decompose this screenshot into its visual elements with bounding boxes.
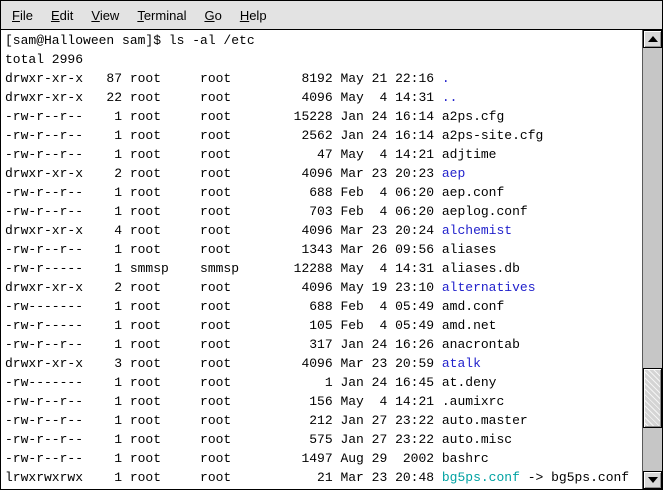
menu-item-file[interactable]: File: [3, 3, 42, 28]
file-entry-details: -rw-r--r-- 1 root root 156 May 4 14:21: [5, 394, 442, 409]
file-name-file: bashrc: [442, 451, 489, 466]
menu-item-edit[interactable]: Edit: [42, 3, 82, 28]
file-entry-details: -rw-r--r-- 1 root root 1497 Aug 29 2002: [5, 451, 442, 466]
file-name-file: .aumixrc: [442, 394, 504, 409]
menu-item-terminal[interactable]: Terminal: [128, 3, 195, 28]
file-name-directory: alternatives: [442, 280, 536, 295]
file-name-file: a2ps-site.cfg: [442, 128, 543, 143]
file-name-file: amd.conf: [442, 299, 504, 314]
file-entry-details: -rw-r--r-- 1 root root 703 Feb 4 06:20: [5, 204, 442, 219]
terminal-file-entry: -rw-r--r-- 1 root root 688 Feb 4 06:20 a…: [5, 183, 642, 202]
terminal-window: FileEditViewTerminalGoHelp [sam@Hallowee…: [0, 0, 663, 490]
file-entry-details: drwxr-xr-x 87 root root 8192 May 21 22:1…: [5, 71, 442, 86]
terminal-file-entry: -rw-r--r-- 1 root root 317 Jan 24 16:26 …: [5, 335, 642, 354]
menubar: FileEditViewTerminalGoHelp: [1, 1, 662, 30]
scrollbar[interactable]: [642, 30, 662, 489]
file-entry-details: -rw-r--r-- 1 root root 1343 Mar 26 09:56: [5, 242, 442, 257]
terminal-file-entry: -rw-r--r-- 1 root root 2562 Jan 24 16:14…: [5, 126, 642, 145]
file-name-file: aep.conf: [442, 185, 504, 200]
terminal-file-entry: drwxr-xr-x 3 root root 4096 Mar 23 20:59…: [5, 354, 642, 373]
terminal-file-entry: -rw-r--r-- 1 root root 156 May 4 14:21 .…: [5, 392, 642, 411]
file-name-directory: .: [442, 71, 450, 86]
file-name-directory: atalk: [442, 356, 481, 371]
terminal-file-entry: -rw-r--r-- 1 root root 703 Feb 4 06:20 a…: [5, 202, 642, 221]
scroll-down-icon: [648, 477, 658, 483]
file-entry-details: drwxr-xr-x 22 root root 4096 May 4 14:31: [5, 90, 442, 105]
file-name-directory: ..: [442, 90, 458, 105]
file-entry-details: -rw-r--r-- 1 root root 212 Jan 27 23:22: [5, 413, 442, 428]
menu-item-go[interactable]: Go: [195, 3, 230, 28]
terminal-file-entry: -rw------- 1 root root 688 Feb 4 05:49 a…: [5, 297, 642, 316]
file-entry-details: -rw-r--r-- 1 root root 317 Jan 24 16:26: [5, 337, 442, 352]
file-entry-details: -rw-r--r-- 1 root root 47 May 4 14:21: [5, 147, 442, 162]
terminal-file-entry: -rw------- 1 root root 1 Jan 24 16:45 at…: [5, 373, 642, 392]
file-entry-details: -rw------- 1 root root 1 Jan 24 16:45: [5, 375, 442, 390]
file-entry-details: -rw-r----- 1 root root 105 Feb 4 05:49: [5, 318, 442, 333]
terminal-screen[interactable]: [sam@Halloween sam]$ ls -al /etctotal 29…: [1, 30, 642, 489]
file-name-file: aeplog.conf: [442, 204, 528, 219]
menu-item-view[interactable]: View: [82, 3, 128, 28]
scroll-up-button[interactable]: [643, 30, 662, 48]
file-entry-details: lrwxrwxrwx 1 root root 21 Mar 23 20:48: [5, 470, 442, 485]
file-entry-details: drwxr-xr-x 3 root root 4096 Mar 23 20:59: [5, 356, 442, 371]
terminal-prompt-line: [sam@Halloween sam]$ ls -al /etc: [5, 31, 642, 50]
file-name-file: at.deny: [442, 375, 497, 390]
terminal-file-entry: drwxr-xr-x 22 root root 4096 May 4 14:31…: [5, 88, 642, 107]
file-entry-details: drwxr-xr-x 2 root root 4096 May 19 23:10: [5, 280, 442, 295]
file-entry-details: drwxr-xr-x 4 root root 4096 Mar 23 20:24: [5, 223, 442, 238]
scroll-up-icon: [648, 36, 658, 42]
terminal-output-line: total 2996: [5, 50, 642, 69]
terminal-file-entry: -rw-r--r-- 1 root root 1497 Aug 29 2002 …: [5, 449, 642, 468]
file-entry-details: -rw-r--r-- 1 root root 15228 Jan 24 16:1…: [5, 109, 442, 124]
file-name-file: anacrontab: [442, 337, 520, 352]
file-entry-details: -rw-r--r-- 1 root root 2562 Jan 24 16:14: [5, 128, 442, 143]
file-entry-details: -rw-r----- 1 smmsp smmsp 12288 May 4 14:…: [5, 261, 442, 276]
file-entry-details: drwxr-xr-x 2 root root 4096 Mar 23 20:23: [5, 166, 442, 181]
file-name-file: adjtime: [442, 147, 497, 162]
file-name-directory: aep: [442, 166, 465, 181]
terminal-file-entry: drwxr-xr-x 2 root root 4096 May 19 23:10…: [5, 278, 642, 297]
scrollbar-thumb[interactable]: [643, 368, 662, 428]
file-entry-details: -rw-r--r-- 1 root root 575 Jan 27 23:22: [5, 432, 442, 447]
terminal-file-entry: -rw-r--r-- 1 root root 47 May 4 14:21 ad…: [5, 145, 642, 164]
file-entry-details: -rw------- 1 root root 688 Feb 4 05:49: [5, 299, 442, 314]
file-name-file: aliases: [442, 242, 497, 257]
file-entry-details: -rw-r--r-- 1 root root 688 Feb 4 06:20: [5, 185, 442, 200]
symlink-target: -> bg5ps.conf: [520, 470, 629, 485]
file-name-file: a2ps.cfg: [442, 109, 504, 124]
terminal-file-entry: drwxr-xr-x 87 root root 8192 May 21 22:1…: [5, 69, 642, 88]
terminal-file-entry: -rw-r----- 1 root root 105 Feb 4 05:49 a…: [5, 316, 642, 335]
terminal-file-entry: drwxr-xr-x 2 root root 4096 Mar 23 20:23…: [5, 164, 642, 183]
file-name-file: auto.misc: [442, 432, 512, 447]
terminal-file-entry: -rw-r--r-- 1 root root 1343 Mar 26 09:56…: [5, 240, 642, 259]
terminal-file-entry: lrwxrwxrwx 1 root root 21 Mar 23 20:48 b…: [5, 468, 642, 487]
file-name-file: amd.net: [442, 318, 497, 333]
file-name-symlink: bg5ps.conf: [442, 470, 520, 485]
terminal-file-entry: -rw-r--r-- 1 root root 15228 Jan 24 16:1…: [5, 107, 642, 126]
scroll-down-button[interactable]: [643, 471, 662, 489]
file-name-directory: alchemist: [442, 223, 512, 238]
menu-item-help[interactable]: Help: [231, 3, 276, 28]
terminal-file-entry: drwxr-xr-x 4 root root 4096 Mar 23 20:24…: [5, 221, 642, 240]
terminal-file-entry: -rw-r--r-- 1 root root 575 Jan 27 23:22 …: [5, 430, 642, 449]
scrollbar-trough[interactable]: [643, 48, 662, 471]
file-name-file: auto.master: [442, 413, 528, 428]
terminal-content: [sam@Halloween sam]$ ls -al /etctotal 29…: [1, 30, 662, 489]
terminal-file-entry: -rw-r--r-- 1 root root 212 Jan 27 23:22 …: [5, 411, 642, 430]
file-name-file: aliases.db: [442, 261, 520, 276]
terminal-file-entry: -rw-r----- 1 smmsp smmsp 12288 May 4 14:…: [5, 259, 642, 278]
